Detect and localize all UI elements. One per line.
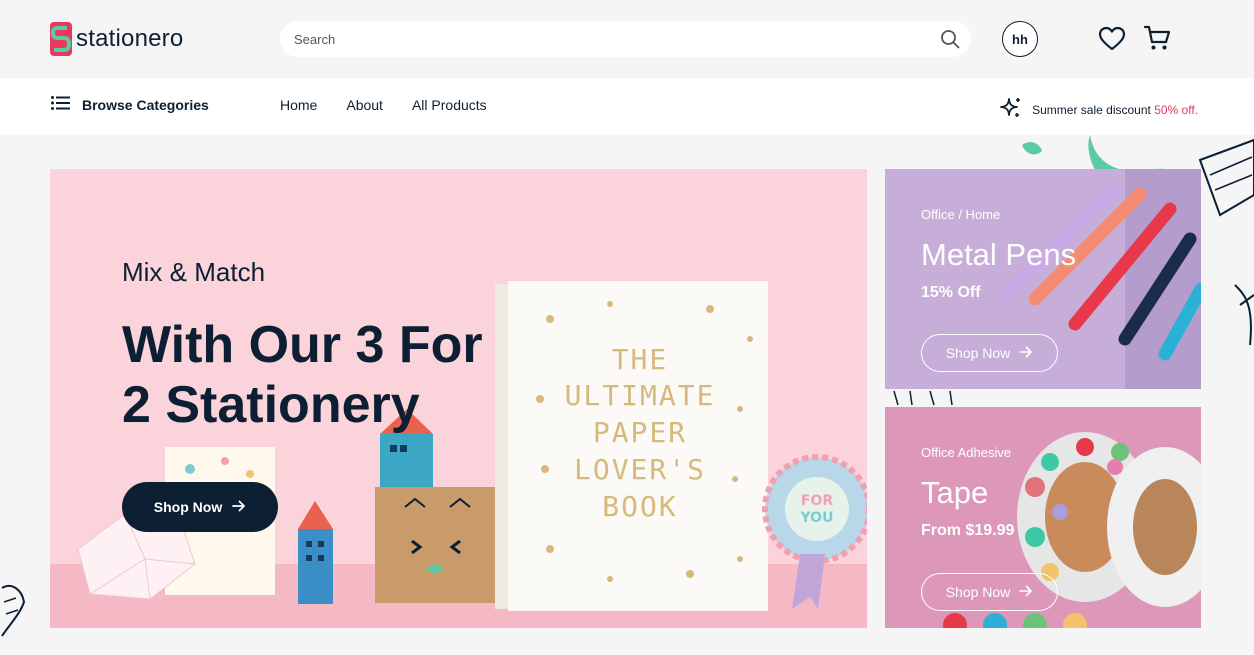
- promo-card-metal-pens[interactable]: Office / Home Metal Pens 15% Off Shop No…: [885, 169, 1201, 389]
- sparkle-icon: [999, 96, 1023, 123]
- tape-offer: From $19.99: [921, 522, 1015, 539]
- nav-link-all-products[interactable]: All Products: [412, 97, 487, 113]
- tape-title: Tape: [921, 475, 989, 510]
- promo-text: Summer sale discount 50% off.: [1032, 102, 1198, 117]
- tape-category: Office Adhesive: [921, 445, 1012, 460]
- tape-shop-now-button[interactable]: Shop Now: [921, 573, 1058, 611]
- pens-shop-now-button[interactable]: Shop Now: [921, 334, 1058, 372]
- top-header: stationero hh: [0, 0, 1254, 78]
- pens-title: Metal Pens: [921, 237, 1077, 272]
- hero-shop-now-button[interactable]: Shop Now: [122, 482, 278, 532]
- nav-links: Home About All Products: [280, 97, 487, 113]
- browse-categories-button[interactable]: Browse Categories: [51, 96, 209, 113]
- heart-icon[interactable]: [1098, 25, 1126, 53]
- search-input[interactable]: [294, 31, 939, 47]
- search-bar: [280, 21, 971, 57]
- rosette-text-1: FOR: [801, 493, 833, 509]
- arrow-right-icon: [232, 499, 246, 515]
- book-title-line-1: THE: [612, 343, 669, 376]
- promo-banner: Summer sale discount 50% off.: [999, 96, 1198, 123]
- arrow-right-icon: [1019, 345, 1033, 361]
- rosette-text-2: YOU: [800, 510, 834, 526]
- book-title-line-3: PAPER: [593, 416, 687, 449]
- hero-title: With Our 3 For 2 Stationery: [122, 316, 483, 434]
- nav-link-home[interactable]: Home: [280, 97, 317, 113]
- list-icon: [51, 96, 70, 113]
- brand-logo[interactable]: stationero: [50, 22, 183, 56]
- search-icon[interactable]: [939, 28, 961, 50]
- nav-link-about[interactable]: About: [346, 97, 383, 113]
- book-title-line-2: ULTIMATE: [565, 379, 716, 412]
- pens-category: Office / Home: [921, 207, 1001, 222]
- promo-discount: 50% off.: [1154, 102, 1198, 117]
- book-title-line-4: LOVER'S: [574, 453, 706, 486]
- account-avatar-button[interactable]: hh: [1002, 21, 1038, 57]
- pens-offer: 15% Off: [921, 284, 981, 301]
- decorative-doodle-bottom-left: [1, 584, 26, 637]
- cart-icon[interactable]: [1143, 24, 1171, 52]
- browse-categories-label: Browse Categories: [82, 96, 209, 113]
- hero-subtitle: Mix & Match: [122, 257, 266, 287]
- logo-mark-icon: [50, 22, 72, 56]
- decorative-doodle-middle: [893, 390, 953, 406]
- main-navigation: Browse Categories Home About All Product…: [0, 78, 1254, 135]
- hero-banner: THE ULTIMATE PAPER LOVER'S BOOK FOR YOU …: [50, 169, 867, 628]
- book-title-line-5: BOOK: [602, 490, 677, 523]
- arrow-right-icon: [1019, 584, 1033, 600]
- brand-name: stationero: [76, 25, 184, 52]
- promo-card-tape[interactable]: Office Adhesive Tape From $19.99 Shop No…: [885, 407, 1201, 628]
